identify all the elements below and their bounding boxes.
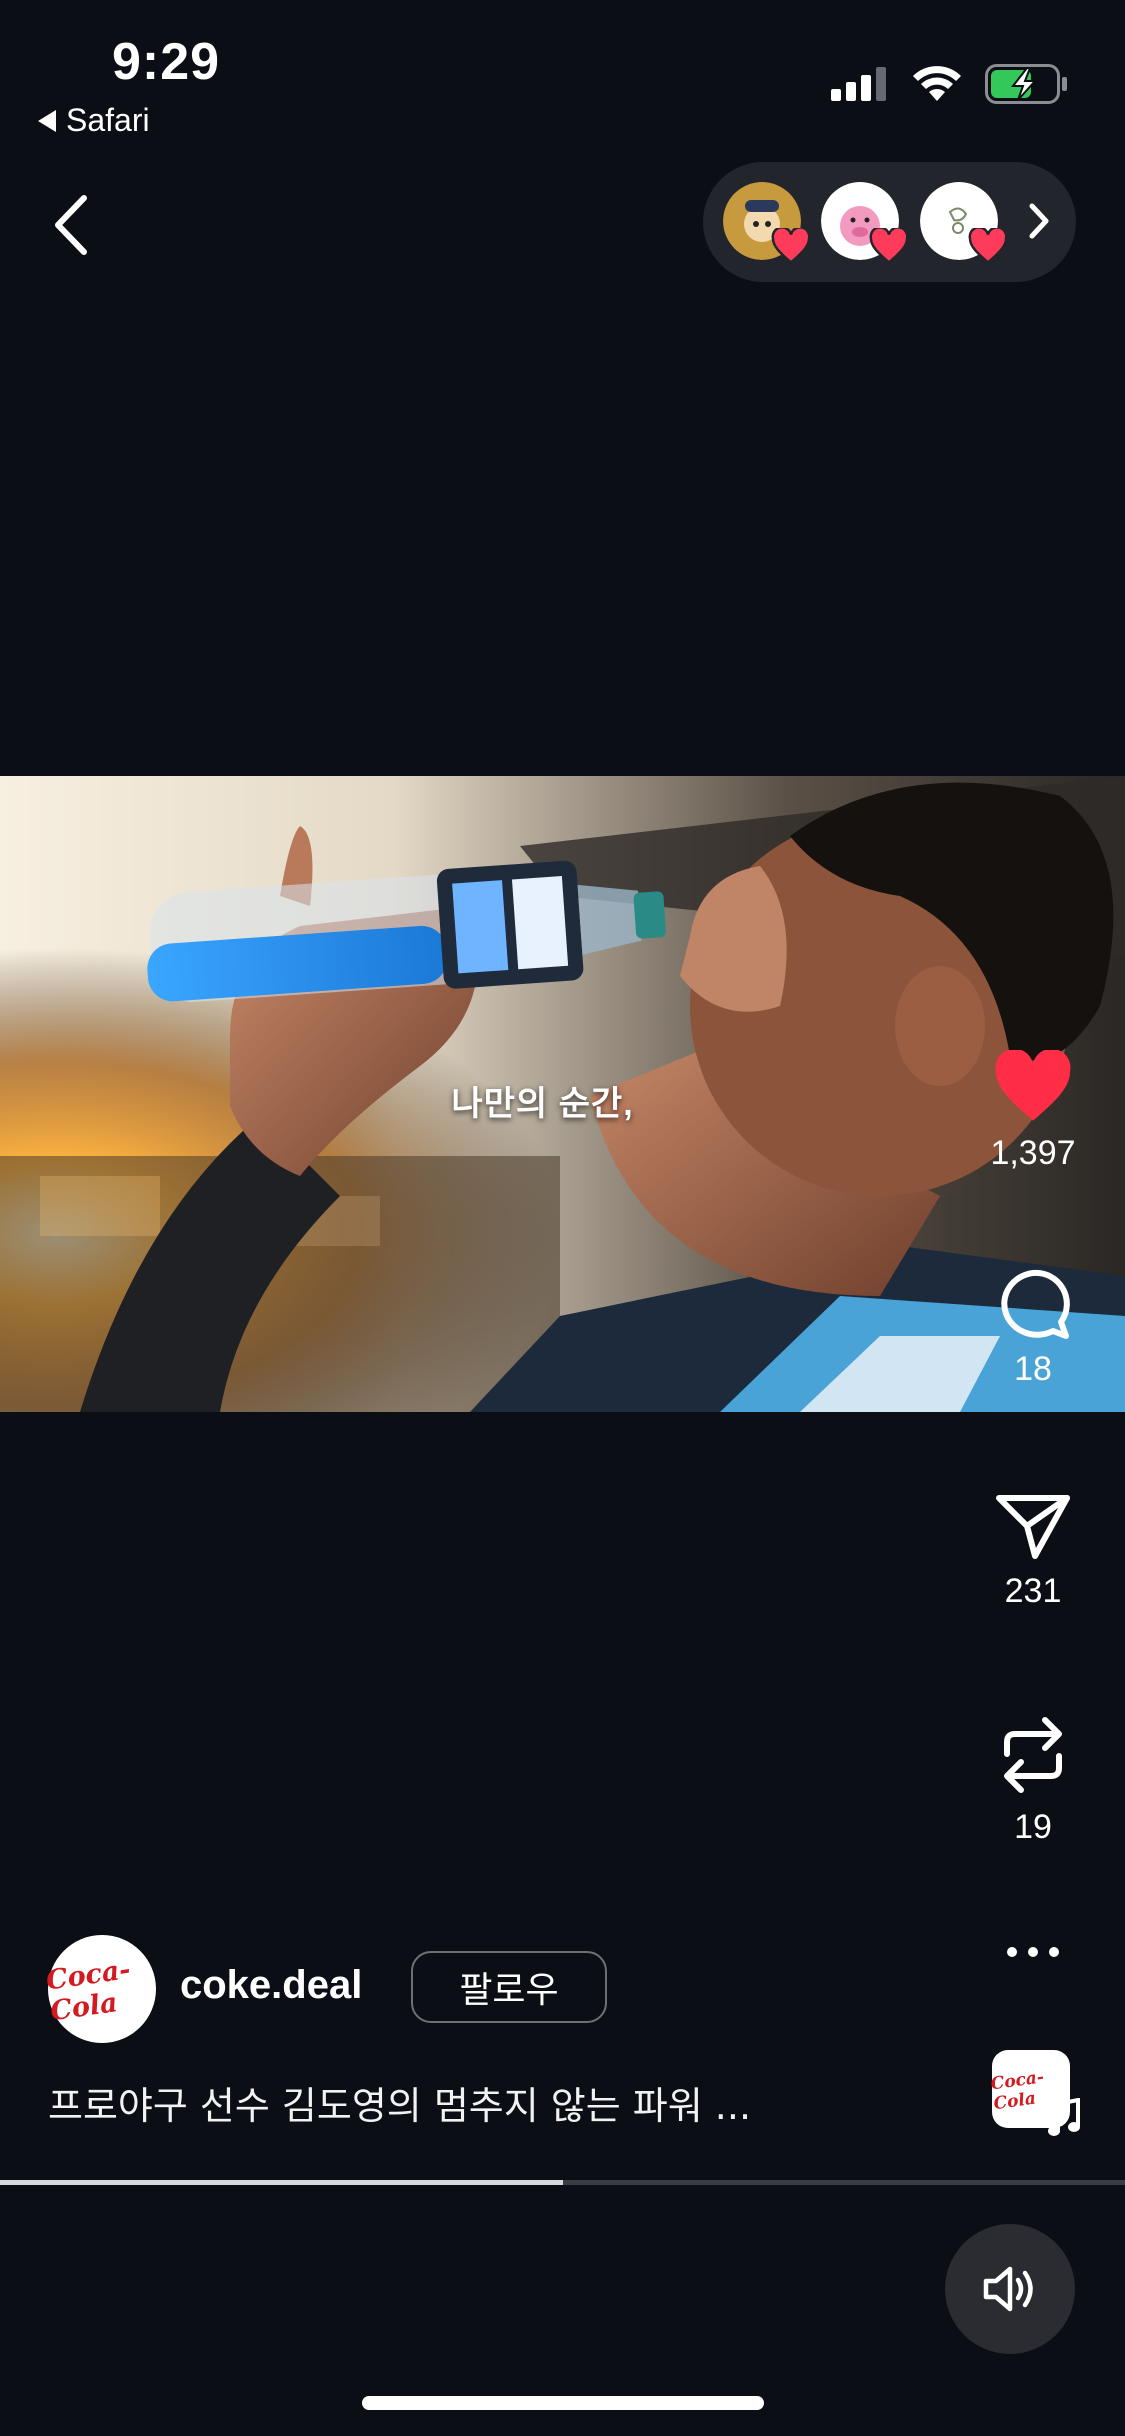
status-icons <box>831 64 1067 104</box>
battery-charging-icon <box>985 64 1067 104</box>
send-icon[interactable] <box>995 1490 1071 1562</box>
video-player[interactable]: 나만의 순간, <box>0 776 1125 1412</box>
wifi-icon <box>913 66 961 101</box>
avatar[interactable]: Coca-Cola <box>44 1935 156 2043</box>
share-action[interactable]: 231 <box>963 1490 1103 1611</box>
back-app-label: Safari <box>66 102 150 138</box>
liked-by-stories[interactable] <box>703 162 1076 282</box>
story-avatar-1[interactable] <box>723 182 811 264</box>
heart-badge-icon <box>968 228 1008 264</box>
more-action[interactable] <box>963 1945 1103 1959</box>
story-avatar-3[interactable] <box>920 182 1008 264</box>
music-note-icon <box>1048 2098 1080 2136</box>
comment-action[interactable]: 18 <box>963 1268 1103 1389</box>
repost-action[interactable]: 19 <box>963 1712 1103 1847</box>
status-time: 9:29 <box>112 33 221 91</box>
like-count: 1,397 <box>990 1134 1076 1172</box>
cellular-signal-icon <box>831 67 886 101</box>
back-triangle-icon <box>38 109 56 132</box>
story-avatar-2[interactable] <box>821 182 909 264</box>
video-subtitle: 나만의 순간, <box>451 1085 634 1123</box>
back-icon[interactable] <box>44 190 104 260</box>
comment-bubble-icon[interactable] <box>995 1268 1071 1340</box>
speaker-icon <box>983 2266 1033 2312</box>
follow-button[interactable]: 팔로우 <box>411 1951 607 2023</box>
ellipsis-icon[interactable] <box>1005 1945 1061 1959</box>
share-count: 231 <box>1004 1572 1062 1610</box>
post-caption[interactable]: 프로야구 선수 김도영의 멈추지 않는 파워 ... <box>48 2075 751 2130</box>
avatar-logo: Coca-Cola <box>44 1954 133 2028</box>
home-indicator[interactable] <box>362 2396 764 2410</box>
heart-icon[interactable] <box>992 1050 1074 1124</box>
repost-count: 19 <box>1014 1808 1052 1846</box>
repost-icon[interactable] <box>997 1712 1069 1798</box>
comment-count: 18 <box>1014 1350 1052 1388</box>
back-to-safari[interactable]: Safari <box>38 102 150 139</box>
video-progress-bar[interactable] <box>0 2180 1125 2185</box>
heart-badge-icon <box>771 228 811 264</box>
sound-toggle-button[interactable] <box>945 2224 1075 2354</box>
username[interactable]: coke.deal <box>180 1963 362 2008</box>
chevron-right-icon[interactable] <box>1026 200 1052 242</box>
reels-screen: 9:29 Safari 나만의 순간, 1,397 18 231 19 Coca… <box>0 0 1125 2436</box>
like-action[interactable]: 1,397 <box>963 1050 1103 1173</box>
heart-badge-icon <box>869 228 909 264</box>
video-progress-fill <box>0 2180 563 2185</box>
